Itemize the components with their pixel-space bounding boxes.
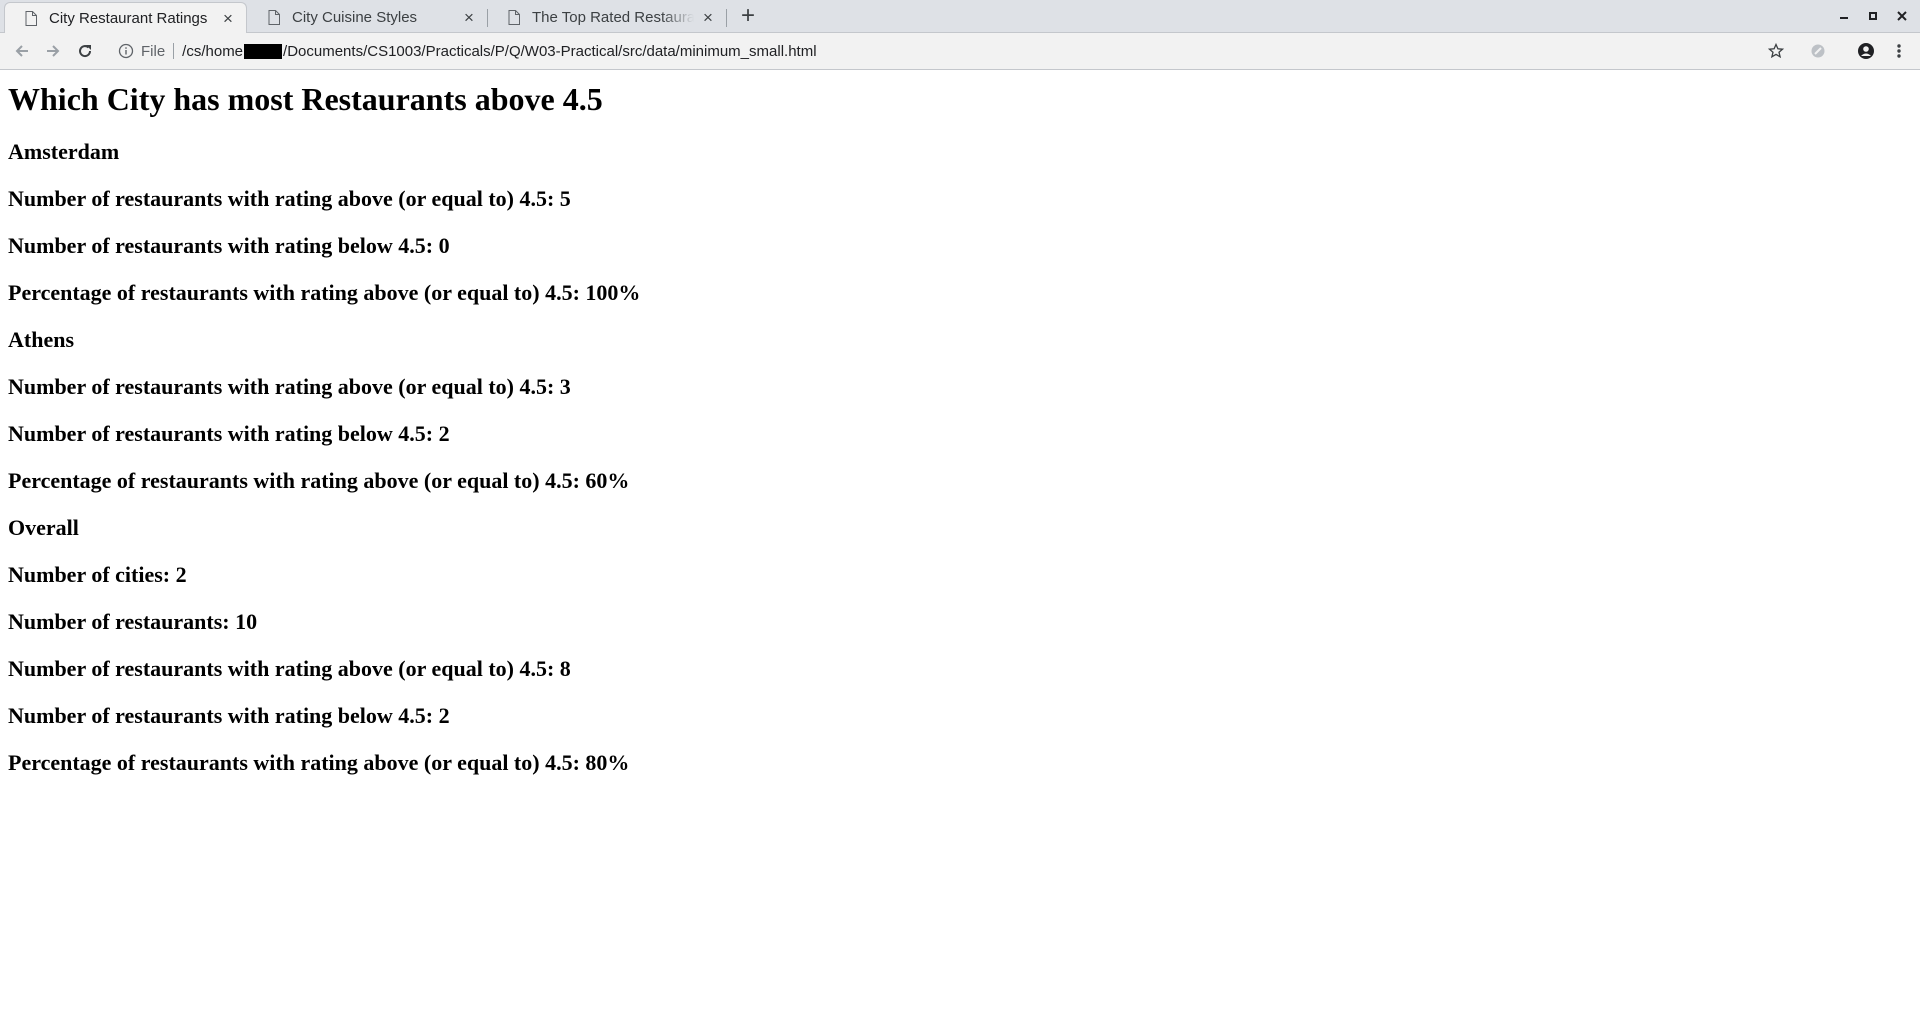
tab-title: The Top Rated Restaurants <box>532 9 694 26</box>
city-name-athens: Athens <box>8 327 75 352</box>
address-bar[interactable]: File /cs/home /Documents/CS1003/Practica… <box>108 37 1792 65</box>
close-window-icon[interactable] <box>1891 6 1913 26</box>
extension-icon[interactable] <box>1806 40 1830 62</box>
page-title: Which City has most Restaurants above 4.… <box>8 81 603 117</box>
info-icon[interactable] <box>118 43 134 59</box>
overall-percentage: Percentage of restaurants with rating ab… <box>8 750 630 775</box>
account-icon[interactable] <box>1854 40 1878 62</box>
maximize-icon[interactable] <box>1862 6 1884 26</box>
close-tab-icon[interactable]: × <box>700 9 716 26</box>
document-icon <box>25 11 37 26</box>
close-tab-icon[interactable]: × <box>220 10 236 27</box>
overall-heading: Overall <box>8 515 79 540</box>
tab-city-cuisine-styles[interactable]: City Cuisine Styles × <box>248 2 487 33</box>
amsterdam-percentage: Percentage of restaurants with rating ab… <box>8 280 641 305</box>
overall-restaurant-count: Number of restaurants: 10 <box>8 609 258 634</box>
overall-below-count: Number of restaurants with rating below … <box>8 703 450 728</box>
tab-top-rated-restaurants[interactable]: The Top Rated Restaurants × <box>488 2 726 33</box>
tab-strip: City Restaurant Ratings × City Cuisine S… <box>0 0 1920 34</box>
url-part-before-redaction: /cs/home <box>182 42 244 60</box>
redaction-block <box>244 43 283 59</box>
document-icon <box>508 10 520 25</box>
reload-icon[interactable] <box>73 40 97 62</box>
browser-toolbar: File /cs/home /Documents/CS1003/Practica… <box>0 33 1920 70</box>
menu-kebab-icon[interactable] <box>1887 40 1911 62</box>
new-tab-plus-icon[interactable]: + <box>737 4 759 28</box>
url-text[interactable]: /cs/home /Documents/CS1003/Practicals/P/… <box>182 43 816 60</box>
city-name-amsterdam: Amsterdam <box>8 139 120 164</box>
close-tab-icon[interactable]: × <box>461 9 477 26</box>
athens-above-count: Number of restaurants with rating above … <box>8 374 571 399</box>
amsterdam-above-count: Number of restaurants with rating above … <box>8 186 571 211</box>
tab-city-restaurant-ratings[interactable]: City Restaurant Ratings × <box>4 2 247 34</box>
forward-arrow-icon[interactable] <box>41 40 65 62</box>
bookmark-star-icon[interactable] <box>1764 40 1788 62</box>
athens-percentage: Percentage of restaurants with rating ab… <box>8 468 630 493</box>
overall-city-count: Number of cities: 2 <box>8 562 187 587</box>
scheme-label: File <box>141 42 166 60</box>
tab-title: City Cuisine Styles <box>292 9 418 26</box>
back-arrow-icon[interactable] <box>10 40 34 62</box>
athens-below-count: Number of restaurants with rating below … <box>8 421 450 446</box>
document-icon <box>268 10 280 25</box>
overall-above-count: Number of restaurants with rating above … <box>8 656 571 681</box>
address-divider <box>173 43 175 59</box>
page-content: Which City has most Restaurants above 4.… <box>0 70 1920 1020</box>
minimize-icon[interactable] <box>1833 6 1855 26</box>
amsterdam-below-count: Number of restaurants with rating below … <box>8 233 450 258</box>
tab-title: City Restaurant Ratings <box>49 10 208 27</box>
tab-separator <box>726 9 727 27</box>
url-part-after-redaction: /Documents/CS1003/Practicals/P/Q/W03-Pra… <box>283 42 817 60</box>
